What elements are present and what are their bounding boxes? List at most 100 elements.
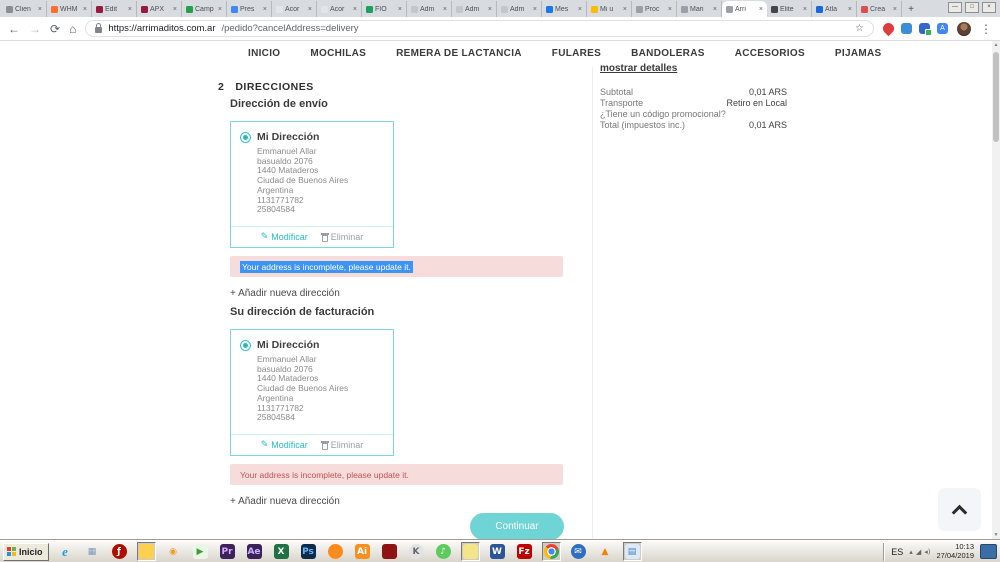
address-radio[interactable] (240, 340, 251, 351)
tab-close-icon[interactable] (893, 6, 897, 13)
summary-label[interactable]: ¿Tiene un código promocional? (600, 109, 726, 119)
chrome-icon[interactable] (544, 544, 559, 559)
browser-tab[interactable]: Crea (857, 1, 902, 17)
firefox-icon[interactable] (328, 544, 343, 559)
add-address-link[interactable]: + Añadir nueva dirección (230, 288, 340, 299)
tab-close-icon[interactable] (83, 6, 87, 13)
tab-close-icon[interactable] (263, 6, 267, 13)
excel-icon[interactable]: X (274, 544, 289, 559)
page-scrollbar[interactable]: ▲ ▼ (992, 41, 1000, 540)
delete-address-button[interactable]: Eliminar (322, 232, 364, 242)
tab-close-icon[interactable] (848, 6, 852, 13)
browser-tab[interactable]: Mari (677, 1, 722, 17)
tab-close-icon[interactable] (803, 6, 807, 13)
scroll-up-icon[interactable]: ▲ (992, 41, 1000, 50)
browser-tab[interactable]: Arri (722, 1, 767, 17)
nav-item[interactable]: MOCHILAS (310, 48, 366, 59)
word-icon[interactable]: W (490, 544, 505, 559)
map-pin-extension-icon[interactable] (881, 21, 897, 37)
photoshop-icon[interactable]: Ps (301, 544, 316, 559)
continue-button[interactable]: Continuar (470, 513, 564, 540)
tab-close-icon[interactable] (443, 6, 447, 13)
browser-tab[interactable]: Acor (317, 1, 362, 17)
address-radio[interactable] (240, 132, 251, 143)
browser-tab[interactable]: Atla (812, 1, 857, 17)
new-tab-button[interactable]: + (902, 1, 920, 17)
browser-tab[interactable]: Mi u (587, 1, 632, 17)
reload-button[interactable]: ⟳ (50, 23, 60, 35)
nav-item[interactable]: BANDOLERAS (631, 48, 705, 59)
browser-tab[interactable]: Clien (2, 1, 47, 17)
music-player-icon[interactable]: ♪ (436, 544, 451, 559)
tab-close-icon[interactable] (578, 6, 582, 13)
nav-item[interactable]: REMERA DE LACTANCIA (396, 48, 522, 59)
minimize-button[interactable]: — (948, 2, 962, 13)
translate-extension-icon[interactable]: A (937, 23, 948, 34)
profile-avatar[interactable] (957, 22, 971, 36)
premiere-icon[interactable]: Pr (220, 544, 235, 559)
maximize-button[interactable]: □ (965, 2, 979, 13)
tab-close-icon[interactable] (713, 6, 717, 13)
delete-address-button[interactable]: Eliminar (322, 440, 364, 450)
taskbar-clock[interactable]: 10:13 27/04/2019 (936, 543, 974, 560)
nav-item[interactable]: PIJAMAS (835, 48, 882, 59)
back-button[interactable]: ← (8, 23, 20, 35)
scrollbar-thumb[interactable] (993, 52, 999, 142)
vlc-icon[interactable]: ▲ (598, 544, 613, 559)
browser-tab[interactable]: Adm (452, 1, 497, 17)
browser-tab[interactable]: FIO (362, 1, 407, 17)
nav-item[interactable]: FULARES (552, 48, 601, 59)
tab-close-icon[interactable] (398, 6, 402, 13)
tab-close-icon[interactable] (623, 6, 627, 13)
browser-tab[interactable]: Adm (497, 1, 542, 17)
browser-tab[interactable]: Elite (767, 1, 812, 17)
tab-close-icon[interactable] (38, 6, 42, 13)
close-button[interactable]: × (982, 2, 996, 13)
browser-tab[interactable]: Adm (407, 1, 452, 17)
tab-close-icon[interactable] (308, 6, 312, 13)
start-button[interactable]: Inicio (3, 543, 49, 561)
browser-tab[interactable]: Edit (92, 1, 137, 17)
sticky-notes-icon[interactable] (463, 544, 478, 559)
kmplayer-icon[interactable]: K (409, 544, 424, 559)
modify-address-button[interactable]: Modificar (261, 440, 308, 450)
browser-tab[interactable]: APX (137, 1, 182, 17)
movie-maker-icon[interactable]: ▶ (193, 544, 208, 559)
home-button[interactable]: ⌂ (69, 23, 76, 35)
illustrator-icon[interactable]: Ai (355, 544, 370, 559)
flash-player-icon[interactable]: ƒ (112, 544, 127, 559)
forward-button[interactable]: → (29, 23, 41, 35)
orange-swirl-icon[interactable]: ◉ (166, 544, 181, 559)
internet-explorer-icon[interactable]: e (58, 544, 73, 559)
folder-icon[interactable] (139, 544, 154, 559)
notepad-icon[interactable]: ▤ (625, 544, 640, 559)
tab-close-icon[interactable] (218, 6, 222, 13)
tab-close-icon[interactable] (759, 6, 763, 13)
browser-tab[interactable]: WHM (47, 1, 92, 17)
browser-tab[interactable]: Acor (272, 1, 317, 17)
tab-close-icon[interactable] (128, 6, 132, 13)
bookmark-star-icon[interactable]: ☆ (855, 23, 864, 34)
show-details-link[interactable]: mostrar detalles (600, 63, 677, 74)
volume-icon[interactable]: ◂) (924, 548, 930, 556)
scroll-down-icon[interactable]: ▼ (992, 531, 1000, 540)
tab-close-icon[interactable] (668, 6, 672, 13)
modify-address-button[interactable]: Modificar (261, 232, 308, 242)
badged-extension-icon[interactable] (919, 23, 930, 34)
tab-close-icon[interactable] (533, 6, 537, 13)
tab-close-icon[interactable] (173, 6, 177, 13)
filezilla-icon[interactable]: Fz (517, 544, 532, 559)
hidden-icons-icon[interactable]: ▴ (909, 548, 913, 556)
network-icon[interactable]: ◢ (916, 548, 921, 556)
calculator-icon[interactable]: ▦ (85, 544, 100, 559)
browser-tab[interactable]: Proc (632, 1, 677, 17)
thunderbird-icon[interactable]: ✉ (571, 544, 586, 559)
browser-tab[interactable]: Camp (182, 1, 227, 17)
blue-extension-icon[interactable] (901, 23, 912, 34)
browser-tab[interactable]: Pres (227, 1, 272, 17)
menu-dots-icon[interactable]: ⋮ (980, 23, 992, 35)
tab-close-icon[interactable] (488, 6, 492, 13)
tray-app-icon[interactable] (980, 544, 997, 559)
nav-item[interactable]: INICIO (248, 48, 280, 59)
language-indicator[interactable]: ES (891, 547, 903, 557)
